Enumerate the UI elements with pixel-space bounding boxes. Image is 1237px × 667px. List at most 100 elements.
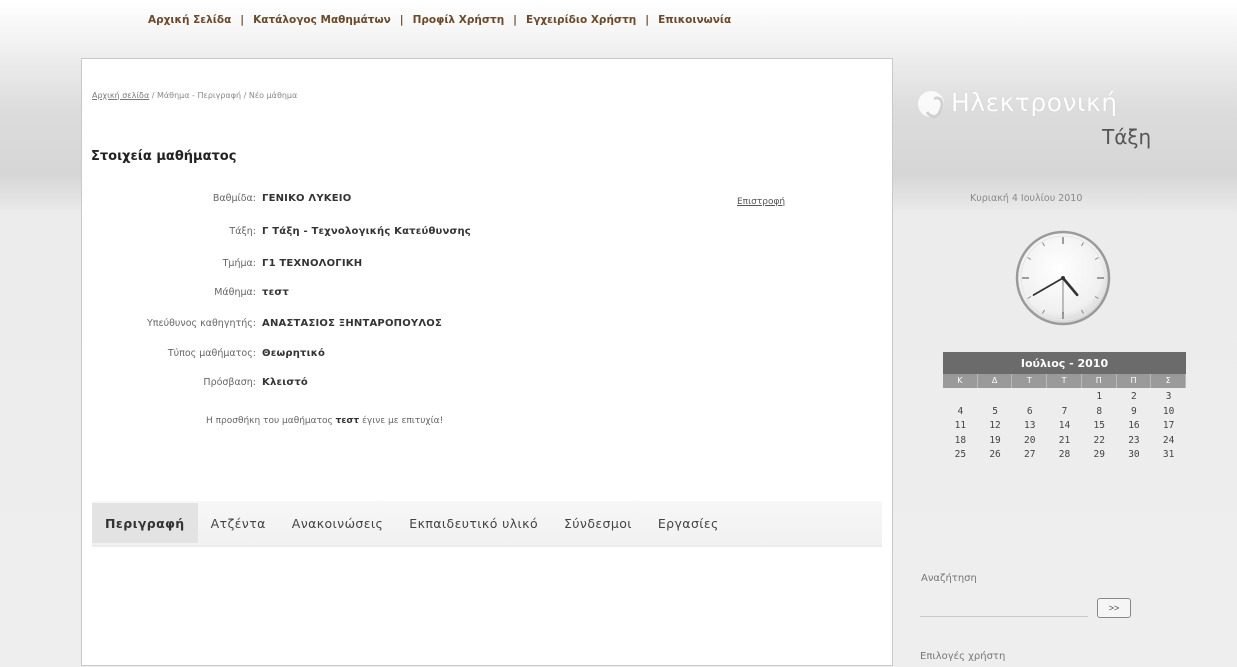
current-date: Κυριακή 4 Ιουλίου 2010 <box>970 193 1083 204</box>
field-value: ΓΕΝΙΚΟ ΛΥΚΕΙΟ <box>262 192 352 204</box>
calendar-day[interactable]: 6 <box>1012 405 1047 420</box>
calendar-day[interactable]: 1 <box>1082 390 1117 405</box>
calendar-day[interactable]: 24 <box>1151 434 1186 449</box>
field-label: Τάξη: <box>229 225 256 237</box>
field-value: Κλειστό <box>262 376 308 388</box>
breadcrumb-home-link[interactable]: Αρχική σελίδα <box>92 91 149 100</box>
field-label: Πρόσβαση: <box>203 376 256 388</box>
analog-clock <box>1015 230 1111 326</box>
logo-text-line2: Τάξη <box>1102 125 1152 149</box>
main-content-panel: Αρχική σελίδα / Μάθημα - Περιγραφή / Νέο… <box>81 58 893 666</box>
calendar-day[interactable]: 4 <box>943 405 978 420</box>
tab-links[interactable]: Σύνδεσμοι <box>551 503 645 543</box>
calendar-empty-cell <box>978 390 1013 405</box>
weekday-header: Π <box>1117 374 1152 388</box>
success-message: Η προσθήκη του μαθήματος τεστ έγινε με ε… <box>206 416 443 426</box>
clock-center-pin <box>1061 276 1065 280</box>
calendar-day[interactable]: 19 <box>978 434 1013 449</box>
field-label: Μάθημα: <box>214 286 256 298</box>
calendar-day[interactable]: 12 <box>978 419 1013 434</box>
calendar-day[interactable]: 2 <box>1117 390 1152 405</box>
field-row-teacher: Υπεύθυνος καθηγητής: ΑΝΑΣΤΑΣΙΟΣ ΞΗΝΤΑΡΟΠ… <box>82 314 442 332</box>
field-label: Υπεύθυνος καθηγητής: <box>146 317 256 329</box>
tab-assignments[interactable]: Εργασίες <box>645 503 732 543</box>
site-logo[interactable]: Ηλεκτρονική Τάξη <box>914 88 1214 180</box>
field-value: Θεωρητικό <box>262 347 326 359</box>
nav-user-profile[interactable]: Προφίλ Χρήστη <box>413 14 505 26</box>
calendar-day[interactable]: 10 <box>1151 405 1186 420</box>
top-navigation: Αρχική Σελίδα | Κατάλογος Μαθημάτων | Πρ… <box>148 10 731 30</box>
calendar-day[interactable]: 11 <box>943 419 978 434</box>
calendar-day[interactable]: 30 <box>1117 448 1152 463</box>
nav-separator: | <box>399 14 404 26</box>
nav-user-manual[interactable]: Εγχειρίδιο Χρήστη <box>526 14 636 26</box>
calendar-day[interactable]: 9 <box>1117 405 1152 420</box>
calendar-day[interactable]: 28 <box>1047 448 1082 463</box>
weekday-header: Τ <box>1012 374 1048 388</box>
nav-home[interactable]: Αρχική Σελίδα <box>148 14 231 26</box>
breadcrumb-separator: / <box>241 91 249 100</box>
calendar-day[interactable]: 20 <box>1012 434 1047 449</box>
nav-separator: | <box>513 14 518 26</box>
search-input[interactable] <box>920 596 1088 617</box>
search-button[interactable]: >> <box>1097 598 1131 618</box>
field-row-course-type: Τύπος μαθήματος: Θεωρητικό <box>82 344 325 362</box>
back-link[interactable]: Επιστροφή <box>737 197 785 207</box>
calendar-day[interactable]: 26 <box>978 448 1013 463</box>
field-row-grade-level: Βαθμίδα: ΓΕΝΙΚΟ ΛΥΚΕΙΟ <box>82 189 351 207</box>
calendar-day[interactable]: 31 <box>1151 448 1186 463</box>
field-value: τεστ <box>262 286 289 298</box>
tab-educational-material[interactable]: Εκπαιδευτικό υλικό <box>396 503 551 543</box>
calendar-day[interactable]: 27 <box>1012 448 1047 463</box>
breadcrumb-section: Μάθημα - Περιγραφή <box>157 91 242 100</box>
calendar-day[interactable]: 21 <box>1047 434 1082 449</box>
field-row-class: Τάξη: Γ Τάξη - Τεχνολογικής Κατεύθυνσης <box>82 222 471 240</box>
calendar-widget: Ιούλιος - 2010 Κ Δ Τ Τ Π Π Σ 1 2 3 4 5 6 7 8 9 10… <box>943 352 1187 463</box>
breadcrumb-separator: / <box>149 91 157 100</box>
tab-description[interactable]: Περιγραφή <box>92 503 198 543</box>
calendar-day[interactable]: 14 <box>1047 419 1082 434</box>
calendar-day[interactable]: 5 <box>978 405 1013 420</box>
calendar-empty-cell <box>1012 390 1047 405</box>
success-text-prefix: Η προσθήκη του μαθήματος <box>206 416 336 426</box>
calendar-day[interactable]: 3 <box>1151 390 1186 405</box>
calendar-month-title: Ιούλιος - 2010 <box>943 352 1186 374</box>
calendar-day[interactable]: 15 <box>1082 419 1117 434</box>
field-label: Τύπος μαθήματος: <box>167 347 256 359</box>
nav-course-catalog[interactable]: Κατάλογος Μαθημάτων <box>253 14 391 26</box>
calendar-day[interactable]: 17 <box>1151 419 1186 434</box>
nav-contact[interactable]: Επικοινωνία <box>658 14 731 26</box>
calendar-day[interactable]: 16 <box>1117 419 1152 434</box>
calendar-day[interactable]: 8 <box>1082 405 1117 420</box>
field-row-course: Μάθημα: τεστ <box>82 283 289 301</box>
calendar-day[interactable]: 29 <box>1082 448 1117 463</box>
field-value: Γ1 ΤΕΧΝΟΛΟΓΙΚΗ <box>262 257 363 269</box>
nav-separator: | <box>645 14 650 26</box>
field-label: Βαθμίδα: <box>212 192 256 204</box>
success-text-suffix: έγινε με επιτυχία! <box>359 416 444 426</box>
nav-separator: | <box>240 14 245 26</box>
calendar-day[interactable]: 7 <box>1047 405 1082 420</box>
calendar-day-grid: 1 2 3 4 5 6 7 8 9 10 11 12 13 14 15 16 17 18 19 20 21 22 23 24 2… <box>943 390 1186 463</box>
calendar-day[interactable]: 23 <box>1117 434 1152 449</box>
calendar-day[interactable]: 18 <box>943 434 978 449</box>
calendar-day[interactable]: 22 <box>1082 434 1117 449</box>
weekday-header: Σ <box>1151 374 1187 388</box>
calendar-day[interactable]: 25 <box>943 448 978 463</box>
success-course-name: τεστ <box>335 416 360 426</box>
calendar-empty-cell <box>943 390 978 405</box>
weekday-header: Κ <box>943 374 978 388</box>
course-tabs: Περιγραφή Ατζέντα Ανακοινώσεις Εκπαιδευτ… <box>92 501 882 547</box>
field-value: Γ Τάξη - Τεχνολογικής Κατεύθυνσης <box>262 225 471 237</box>
breadcrumb: Αρχική σελίδα / Μάθημα - Περιγραφή / Νέο… <box>92 91 297 100</box>
tab-announcements[interactable]: Ανακοινώσεις <box>279 503 397 543</box>
field-value: ΑΝΑΣΤΑΣΙΟΣ ΞΗΝΤΑΡΟΠΟΥΛΟΣ <box>262 317 443 329</box>
calendar-weekday-headers: Κ Δ Τ Τ Π Π Σ <box>943 374 1187 388</box>
calendar-empty-cell <box>1047 390 1082 405</box>
field-label: Τμήμα: <box>222 257 256 269</box>
calendar-day[interactable]: 13 <box>1012 419 1047 434</box>
tab-agenda[interactable]: Ατζέντα <box>198 503 279 543</box>
weekday-header: Δ <box>978 374 1013 388</box>
section-title: Στοιχεία μαθήματος <box>91 149 237 164</box>
logo-swirl-icon <box>918 91 944 117</box>
